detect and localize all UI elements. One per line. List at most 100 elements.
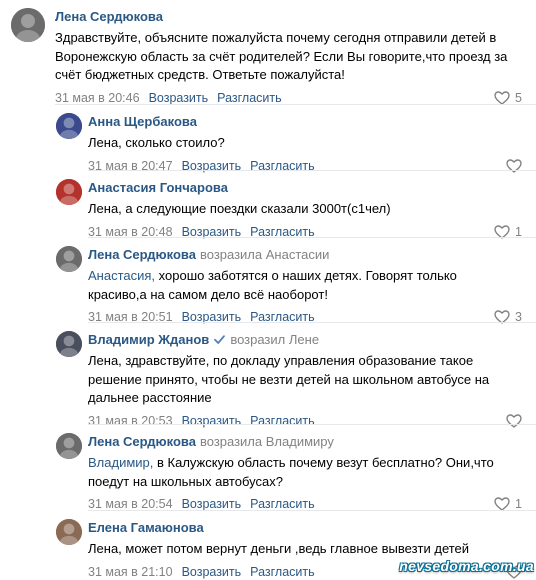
- author-line: Лена Сердюкова: [55, 8, 522, 25]
- comment-text-line: Владимир, в Калужскую область почему вез…: [88, 454, 522, 473]
- avatar-image: [56, 331, 82, 357]
- author-line: Елена Гамаюнова: [88, 519, 522, 536]
- comment-text-fragment: красиво,а на самом дело всё наоборот!: [88, 286, 328, 302]
- heart-icon: [494, 91, 510, 105]
- comment-text-line: Лена, здравствуйте, по докладу управлени…: [88, 352, 522, 371]
- author-name[interactable]: Лена Сердюкова: [88, 434, 196, 449]
- comment-separator: [88, 322, 536, 323]
- reply-target[interactable]: Анастасии: [266, 247, 330, 262]
- comment-text-fragment: Лена, здравствуйте, по докладу управлени…: [88, 353, 474, 368]
- reply-verb: возразила: [199, 434, 263, 449]
- avatar[interactable]: [11, 8, 45, 42]
- reply-button[interactable]: Возразить: [149, 91, 209, 105]
- author-line: Лена Сердюкова возразила Анастасии: [88, 246, 522, 263]
- author-name[interactable]: Анна Щербакова: [88, 114, 197, 129]
- reply-target[interactable]: Владимиру: [266, 434, 334, 449]
- author-name[interactable]: Лена Сердюкова: [88, 247, 196, 262]
- comment-text-line: решение принято, чтобы не везти детей на…: [88, 371, 522, 390]
- author-line: Анна Щербакова: [88, 113, 522, 130]
- comment-separator: [88, 424, 536, 425]
- dislike-button[interactable]: Разгласить: [250, 497, 314, 511]
- avatar-image: [56, 113, 82, 139]
- comment-text-line: Лена, может потом вернут деньги ,ведь гл…: [88, 540, 522, 559]
- author-name[interactable]: Владимир Жданов: [88, 332, 209, 347]
- comment-text-fragment: дальнее расстояние: [88, 390, 212, 405]
- comment-text: Лена, может потом вернут деньги ,ведь гл…: [88, 540, 522, 559]
- avatar-image: [56, 179, 82, 205]
- addressee-link[interactable]: Владимир,: [88, 455, 153, 470]
- comment-text-fragment: Здравствуйте, объясните пожалуйста почем…: [55, 30, 497, 45]
- comment-text: Анастасия, хорошо заботятся о наших детя…: [88, 267, 522, 304]
- comment-body: Лена Сердюкова Здравствуйте, объясните по…: [55, 8, 522, 106]
- author-line: Лена Сердюкова возразила Владимиру: [88, 433, 522, 450]
- comment-date[interactable]: 31 мая в 20:54: [88, 497, 173, 511]
- avatar-image: [11, 8, 45, 42]
- comment-footer: 31 мая в 20:53 Возразить Разгласить: [88, 413, 522, 429]
- author-name[interactable]: Елена Гамаюнова: [88, 520, 204, 535]
- comment-text-fragment: счёт бюджетных средств. Ответьте пожалуй…: [55, 67, 345, 82]
- comment-date[interactable]: 31 мая в 20:53: [88, 414, 173, 428]
- author-name[interactable]: Анастасия Гончарова: [88, 180, 228, 195]
- comment-text: Лена, сколько стоило?: [88, 134, 522, 153]
- addressee-link[interactable]: Анастасия,: [88, 268, 155, 283]
- comment-text: Здравствуйте, объясните пожалуйста почем…: [55, 29, 522, 85]
- comment-text: Лена, здравствуйте, по докладу управлени…: [88, 352, 522, 408]
- comment-text-fragment: поедут на школьных автобусах?: [88, 473, 283, 489]
- comment-body: Владимир Жданов возразил Лене Лена, здравс…: [88, 331, 522, 429]
- comment-body: Лена Сердюкова возразила Владимиру Владими…: [88, 433, 522, 512]
- reply-button[interactable]: Возразить: [182, 414, 242, 428]
- comment-separator: [88, 170, 536, 171]
- avatar-image: [56, 433, 82, 459]
- comment-text: Владимир, в Калужскую область почему вез…: [88, 454, 522, 491]
- comment-text-line: Анастасия, хорошо заботятся о наших детя…: [88, 267, 522, 286]
- comment-date[interactable]: 31 мая в 20:46: [55, 91, 140, 105]
- avatar[interactable]: [56, 113, 82, 139]
- reply-button[interactable]: Возразить: [182, 565, 242, 579]
- author-line: Владимир Жданов возразил Лене: [88, 331, 522, 348]
- comment-text-line: Здравствуйте, объясните пожалуйста почем…: [55, 29, 522, 48]
- dislike-button[interactable]: Разгласить: [250, 565, 314, 579]
- like-count: 5: [515, 91, 522, 105]
- comment-text-line: счёт бюджетных средств. Ответьте пожалуй…: [55, 66, 522, 85]
- reply-verb: возразил: [230, 332, 286, 347]
- comment-body: Лена Сердюкова возразила Анастасии Анастас…: [88, 246, 522, 325]
- reply-button[interactable]: Возразить: [182, 497, 242, 511]
- comment-footer: 31 мая в 20:47 Возразить Разгласить: [88, 158, 522, 174]
- avatar[interactable]: [56, 519, 82, 545]
- comment-body: Анастасия Гончарова Лена, а следующие пое…: [88, 179, 522, 240]
- avatar[interactable]: [56, 179, 82, 205]
- watermark: nevsedoma.com.ua: [399, 558, 534, 574]
- avatar[interactable]: [56, 433, 82, 459]
- comment-text-fragment: Воронежскую область за счёт родителей? Е…: [55, 48, 508, 64]
- like-count: 1: [515, 497, 522, 511]
- dislike-button[interactable]: Разгласить: [250, 414, 314, 428]
- comment-separator: [55, 104, 536, 105]
- comment-text-fragment: Лена, сколько стоило?: [88, 135, 225, 150]
- comment-body: Анна Щербакова Лена, сколько стоило? 31 ма…: [88, 113, 522, 174]
- comment-text-line: дальнее расстояние: [88, 389, 522, 408]
- comment-text: Лена, а следующие поездки сказали 3000т(…: [88, 200, 522, 219]
- comment-separator: [88, 510, 536, 511]
- reply-target[interactable]: Лене: [289, 332, 319, 347]
- comment-text-fragment: Лена, может потом вернут деньги ,ведь гл…: [88, 541, 470, 556]
- author-line: Анастасия Гончарова: [88, 179, 522, 196]
- heart-icon: [494, 497, 510, 511]
- comment-thread: Лена Сердюкова Здравствуйте, объясните по…: [0, 0, 536, 580]
- like-button[interactable]: [506, 158, 522, 174]
- comment-text-line: красиво,а на самом дело всё наоборот!: [88, 286, 522, 305]
- heart-icon: [506, 414, 522, 428]
- like-button[interactable]: [506, 413, 522, 429]
- avatar[interactable]: [56, 246, 82, 272]
- comment-date[interactable]: 31 мая в 21:10: [88, 565, 173, 579]
- comment-text-line: Лена, а следующие поездки сказали 3000т(…: [88, 200, 522, 219]
- dislike-button[interactable]: Разгласить: [217, 91, 281, 105]
- reply-verb: возразила: [199, 247, 263, 262]
- avatar-image: [56, 246, 82, 272]
- author-name[interactable]: Лена Сердюкова: [55, 9, 163, 24]
- comment-text-line: Лена, сколько стоило?: [88, 134, 522, 153]
- comment-text-line: поедут на школьных автобусах?: [88, 473, 522, 492]
- avatar[interactable]: [56, 331, 82, 357]
- comment-text-fragment: Лена, а следующие поездки сказали 3000т(…: [88, 201, 391, 216]
- comment-separator: [88, 237, 536, 238]
- avatar-image: [56, 519, 82, 545]
